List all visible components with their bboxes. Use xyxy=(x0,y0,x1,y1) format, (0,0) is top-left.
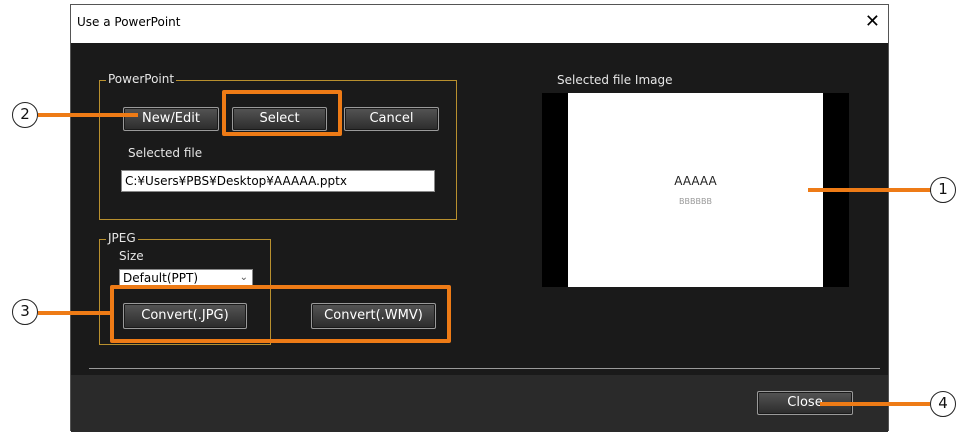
size-select-value: Default(PPT) xyxy=(123,271,199,285)
callout-line-4 xyxy=(820,402,930,406)
callout-line-3 xyxy=(38,311,112,315)
cancel-button[interactable]: Cancel xyxy=(344,107,439,131)
selected-file-field[interactable]: C:¥Users¥PBS¥Desktop¥AAAAA.pptx xyxy=(121,170,435,192)
jpeg-group-label: JPEG xyxy=(106,231,138,245)
slide-preview-image: AAAAA BBBBBB xyxy=(568,93,823,287)
size-label: Size xyxy=(119,249,144,263)
dialog-footer: Close xyxy=(71,375,888,432)
powerpoint-group-label: PowerPoint xyxy=(106,72,177,86)
new-edit-button[interactable]: New/Edit xyxy=(123,107,219,131)
callout-3: 3 xyxy=(12,299,38,325)
convert-highlight xyxy=(110,285,451,343)
close-icon[interactable]: ✕ xyxy=(865,11,880,33)
select-highlight xyxy=(222,90,342,136)
callout-2: 2 xyxy=(12,102,38,128)
callout-1: 1 xyxy=(930,177,956,203)
chevron-down-icon: ⌄ xyxy=(239,272,248,283)
callout-line-2 xyxy=(38,113,138,117)
preview-label: Selected file Image xyxy=(557,73,673,87)
window-title: Use a PowerPoint xyxy=(77,15,181,29)
selected-file-label: Selected file xyxy=(128,146,203,160)
callout-line-1 xyxy=(808,188,932,192)
title-bar: Use a PowerPoint ✕ xyxy=(71,5,888,43)
slide-subtitle: BBBBBB xyxy=(679,197,712,206)
preview-frame: AAAAA BBBBBB xyxy=(542,93,849,287)
use-powerpoint-dialog: Use a PowerPoint ✕ PowerPoint New/Edit S… xyxy=(70,4,889,432)
callout-4: 4 xyxy=(930,391,956,417)
slide-title: AAAAA xyxy=(674,174,717,188)
divider xyxy=(89,368,880,369)
